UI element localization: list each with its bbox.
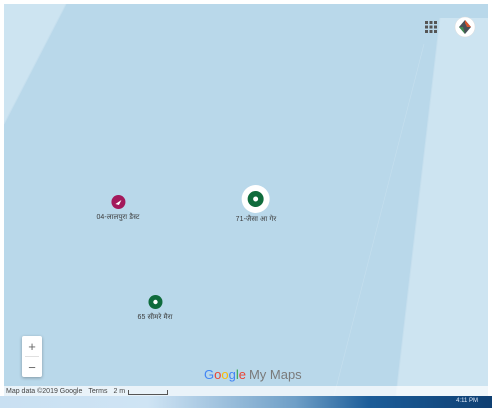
- taskbar-clock: 4:11 PM: [456, 398, 478, 404]
- account-button[interactable]: [452, 14, 478, 40]
- apps-grid-button[interactable]: [418, 14, 444, 40]
- scale-label: 2 m: [113, 387, 126, 395]
- google-my-maps-logo: Google My Maps: [204, 367, 302, 382]
- marker-label: 71-जैसा आ गेर: [235, 216, 277, 223]
- account-avatar-icon: [454, 16, 476, 38]
- pin-icon: [111, 195, 125, 209]
- scale-bar[interactable]: 2 m: [113, 387, 169, 395]
- apps-grid-icon: [425, 21, 437, 33]
- zoom-in-button[interactable]: +: [22, 336, 42, 356]
- map-data-text: Map data ©2019 Google: [6, 387, 83, 395]
- scale-line: [128, 389, 169, 395]
- zoom-control: + −: [22, 336, 42, 377]
- pin-icon: [242, 185, 270, 213]
- zoom-out-button[interactable]: −: [22, 357, 42, 377]
- pin-icon: [147, 295, 162, 309]
- map-marker[interactable]: 65 सीमरे मैरा: [137, 294, 172, 322]
- marker-label: 04-लालपुरा डैस्ट: [96, 214, 140, 221]
- taskbar: 4:11 PM: [0, 396, 492, 408]
- map-view[interactable]: 04-लालपुरा डैस्ट 71-जैसा आ गेर 65 सीमरे …: [4, 4, 488, 396]
- terms-link[interactable]: Terms: [88, 388, 107, 395]
- map-marker-selected[interactable]: 71-जैसा आ गेर: [236, 184, 277, 224]
- map-attribution: Map data ©2019 Google Terms 2 m: [4, 386, 488, 396]
- map-marker[interactable]: 04-लालपुरा डैस्ट: [96, 194, 139, 222]
- marker-label: 65 सीमरे मैरा: [137, 314, 173, 321]
